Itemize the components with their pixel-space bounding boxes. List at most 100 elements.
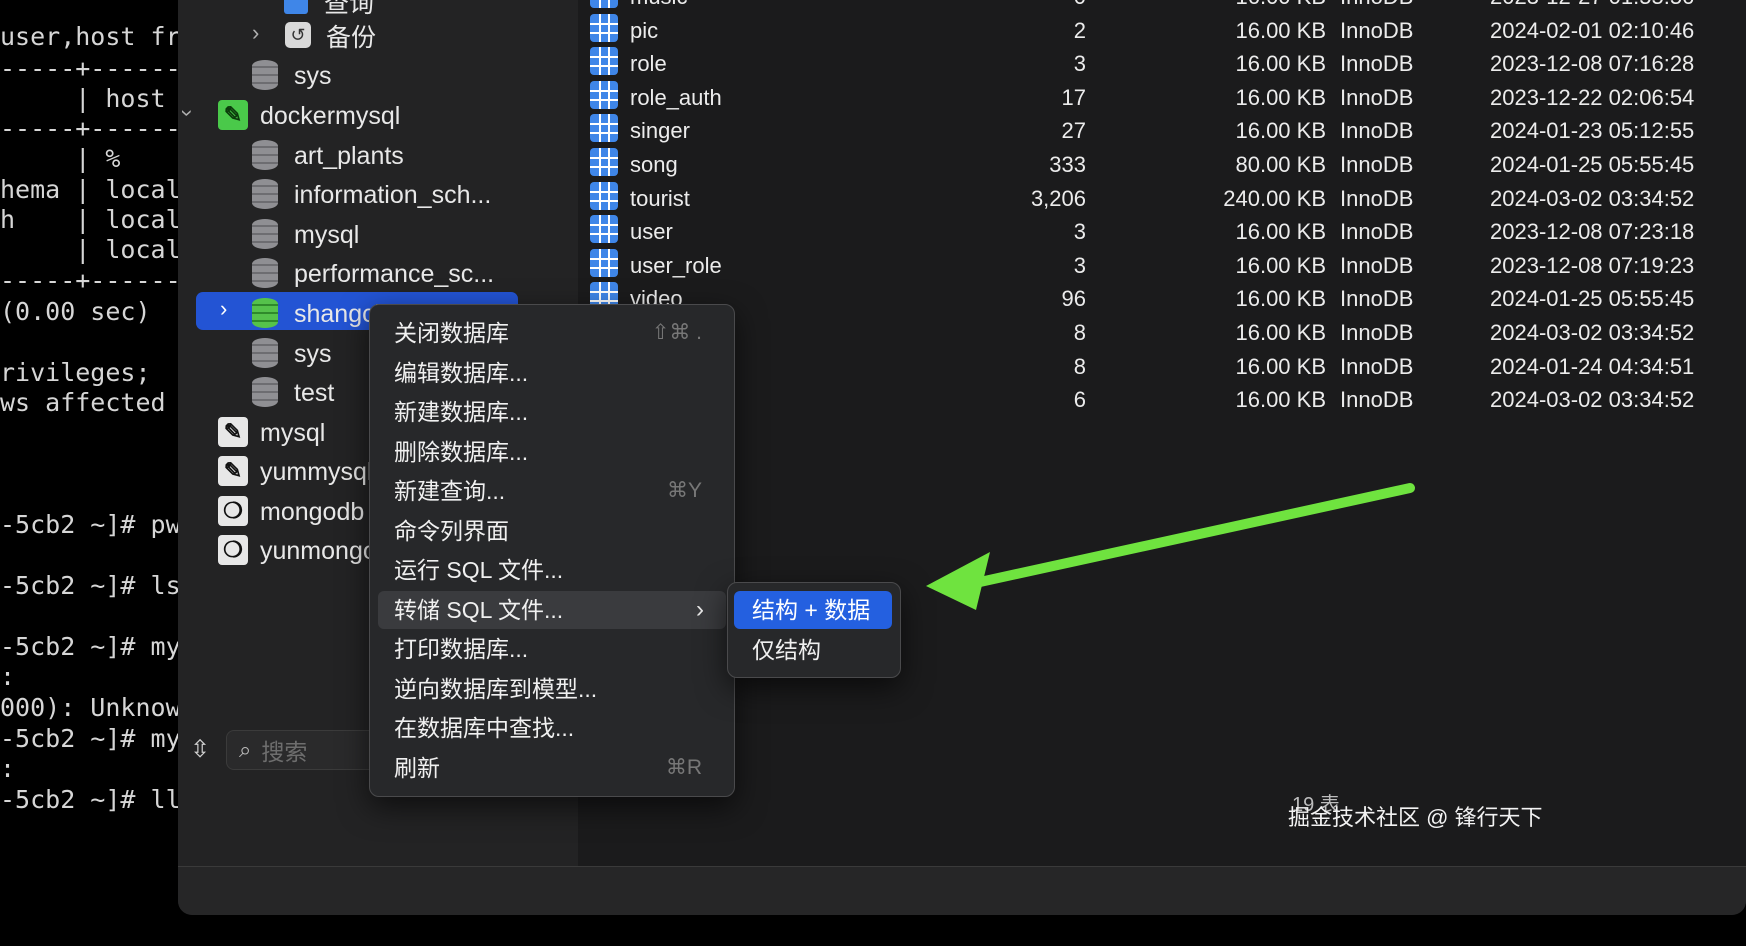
table-row[interactable]: video 96 16.00 KB InnoDB 2024-01-25 05:55:45 <box>578 282 1746 316</box>
sidebar-connection-yunmongo[interactable]: ❍ yunmongoc <box>218 529 389 573</box>
table-name: user_role <box>630 253 722 278</box>
sidebar-connection-yummysql[interactable]: ✎ yummysql <box>218 450 373 494</box>
terminal-line: -5cb2 ~]# mys <box>0 632 178 661</box>
submenu-structure-and-data[interactable]: 结构 + 数据 <box>734 591 892 629</box>
chevron-right-icon[interactable]: › <box>252 20 259 46</box>
table-row[interactable]: role 3 16.00 KB InnoDB 2023-12-08 07:16:28 <box>578 47 1746 81</box>
mongodb-connection-icon: ❍ <box>218 496 248 528</box>
sidebar-item-label: sys <box>294 339 332 368</box>
terminal-line: -5cb2 ~]# mys <box>0 724 178 753</box>
filter-toggle-icon[interactable]: ⇳ <box>190 735 210 764</box>
terminal-line: | localh <box>0 235 178 264</box>
table-row[interactable]: 6 16.00 KB InnoDB 2024-03-02 03:34:52 <box>578 383 1746 417</box>
table-rows-count: 3 <box>1073 51 1086 76</box>
terminal-line: -5cb2 ~]# pwd <box>0 510 178 539</box>
database-icon <box>252 219 282 251</box>
sidebar-item-label: mongodb <box>260 497 365 526</box>
table-row[interactable]: music 0 16.00 KB InnoDB 2023-12-27 01:55:56 <box>578 0 1746 14</box>
context-menu-item[interactable]: 刷新 ⌘R <box>378 749 726 787</box>
table-data-size: 16.00 KB <box>1235 286 1326 311</box>
terminal-line: ws affected ( <box>0 388 178 417</box>
table-row[interactable]: role_auth 17 16.00 KB InnoDB 2023-12-22 02:0… <box>578 81 1746 115</box>
table-data-size: 240.00 KB <box>1223 186 1326 211</box>
mysql-connection-icon: ✎ <box>218 100 248 132</box>
context-menu-item[interactable]: 逆向数据库到模型... <box>378 670 726 708</box>
sidebar-item-label: 备份 <box>326 24 377 52</box>
sidebar-db-item[interactable]: mysql <box>252 213 359 257</box>
table-icon <box>590 47 618 75</box>
database-icon <box>252 338 282 370</box>
table-data-size: 16.00 KB <box>1235 51 1326 76</box>
sidebar-db-item[interactable]: performance_sc... <box>252 252 494 296</box>
context-menu-item[interactable]: 关闭数据库 ⇧⌘ . <box>378 314 726 352</box>
table-row[interactable]: 8 16.00 KB InnoDB 2024-03-02 03:34:52 <box>578 316 1746 350</box>
chevron-down-icon[interactable]: › <box>178 109 201 116</box>
table-row[interactable]: user 3 16.00 KB InnoDB 2023-12-08 07:23:18 <box>578 215 1746 249</box>
search-placeholder: 搜索 <box>261 739 308 765</box>
table-engine: InnoDB <box>1340 186 1414 211</box>
terminal-line: -5cb2 ~]# ll <box>0 785 178 814</box>
table-modified-date: 2024-01-25 05:55:45 <box>1490 152 1695 177</box>
chevron-right-icon: › <box>696 596 704 623</box>
terminal-line: -----+------- <box>0 54 178 83</box>
terminal-line: -----+------- <box>0 114 178 143</box>
table-icon <box>590 14 618 42</box>
context-menu-item[interactable]: 删除数据库... <box>378 433 726 471</box>
table-rows-count: 6 <box>1073 387 1086 412</box>
table-name: song <box>630 152 678 177</box>
table-row[interactable]: pic 2 16.00 KB InnoDB 2024-02-01 02:10:46 <box>578 14 1746 48</box>
table-engine: InnoDB <box>1340 354 1414 379</box>
table-row[interactable]: singer 27 16.00 KB InnoDB 2024-01-23 05:12:5… <box>578 114 1746 148</box>
terminal-line: user,host fro <box>0 22 178 51</box>
table-row[interactable]: ner816.00 KBInnoDB2024-01-24 04:34:51 <box>578 350 1746 384</box>
table-modified-date: 2024-03-02 03:34:52 <box>1490 320 1695 345</box>
context-menu-item[interactable]: 编辑数据库... <box>378 354 726 392</box>
table-engine: InnoDB <box>1340 219 1414 244</box>
table-data-size: 16.00 KB <box>1235 85 1326 110</box>
database-icon <box>252 179 282 211</box>
table-name: role_auth <box>630 85 722 110</box>
sidebar-item-label: mysql <box>260 418 326 447</box>
terminal-pane: user,host fro -----+------- | host -----… <box>0 0 178 946</box>
sidebar-item-label: yummysql <box>260 457 373 486</box>
context-menu-item[interactable]: 在数据库中查找... <box>378 709 726 747</box>
sidebar-item-label: dockermysql <box>260 101 401 130</box>
sidebar-db-item[interactable]: sys <box>252 332 332 376</box>
table-modified-date: 2024-01-23 05:12:55 <box>1490 118 1695 143</box>
context-menu-item[interactable]: 运行 SQL 文件... <box>378 551 726 589</box>
table-row[interactable]: song 333 80.00 KB InnoDB 2024-01-25 05:55:45 <box>578 148 1746 182</box>
context-menu-item[interactable]: 命令列界面 <box>378 512 726 550</box>
table-name: singer <box>630 118 690 143</box>
submenu-structure-only[interactable]: 仅结构 <box>734 631 892 669</box>
table-data-size: 16.00 KB <box>1235 18 1326 43</box>
context-menu-item[interactable]: 打印数据库... <box>378 630 726 668</box>
table-icon <box>590 249 618 277</box>
table-row[interactable]: tourist 3,206 240.00 KB InnoDB 2024-03-02 03… <box>578 182 1746 216</box>
table-row[interactable]: user_role 3 16.00 KB InnoDB 2023-12-08 07:19… <box>578 249 1746 283</box>
terminal-line: : <box>0 754 16 783</box>
table-modified-date: 2024-02-01 02:10:46 <box>1490 18 1695 43</box>
sidebar-db-item[interactable]: test <box>252 371 334 415</box>
table-icon <box>590 148 618 176</box>
sidebar-connection-mysql[interactable]: ✎ mysql <box>218 411 325 455</box>
table-engine: InnoDB <box>1340 118 1414 143</box>
terminal-line: rivileges; <box>0 358 151 387</box>
context-menu-item[interactable]: 新建查询... ⌘Y <box>378 472 726 510</box>
table-modified-date: 2023-12-08 07:16:28 <box>1490 51 1695 76</box>
sidebar-item-sys[interactable]: sys <box>252 54 332 98</box>
sidebar-item-label: mysql <box>294 220 360 249</box>
sidebar-connection-mongodb[interactable]: ❍ mongodb <box>218 490 364 534</box>
table-modified-date: 2023-12-27 01:55:56 <box>1490 0 1694 14</box>
submenu-item-label: 仅结构 <box>752 637 821 663</box>
table-data-size: 16.00 KB <box>1235 354 1326 379</box>
sidebar-db-item[interactable]: art_plants <box>252 134 404 178</box>
context-menu-item[interactable]: 转储 SQL 文件... › <box>378 591 726 629</box>
sidebar-item-backup[interactable]: ↺ 备份 <box>284 14 376 58</box>
terminal-line: -----+------- <box>0 266 178 295</box>
sidebar-db-item[interactable]: information_sch... <box>252 173 491 217</box>
terminal-line: : <box>0 662 16 691</box>
sidebar-connection-dockermysql[interactable]: ✎ dockermysql <box>218 94 400 138</box>
context-menu-item[interactable]: 新建数据库... <box>378 393 726 431</box>
chevron-right-icon[interactable]: › <box>220 296 227 322</box>
sidebar-item-label: sys <box>294 61 332 90</box>
